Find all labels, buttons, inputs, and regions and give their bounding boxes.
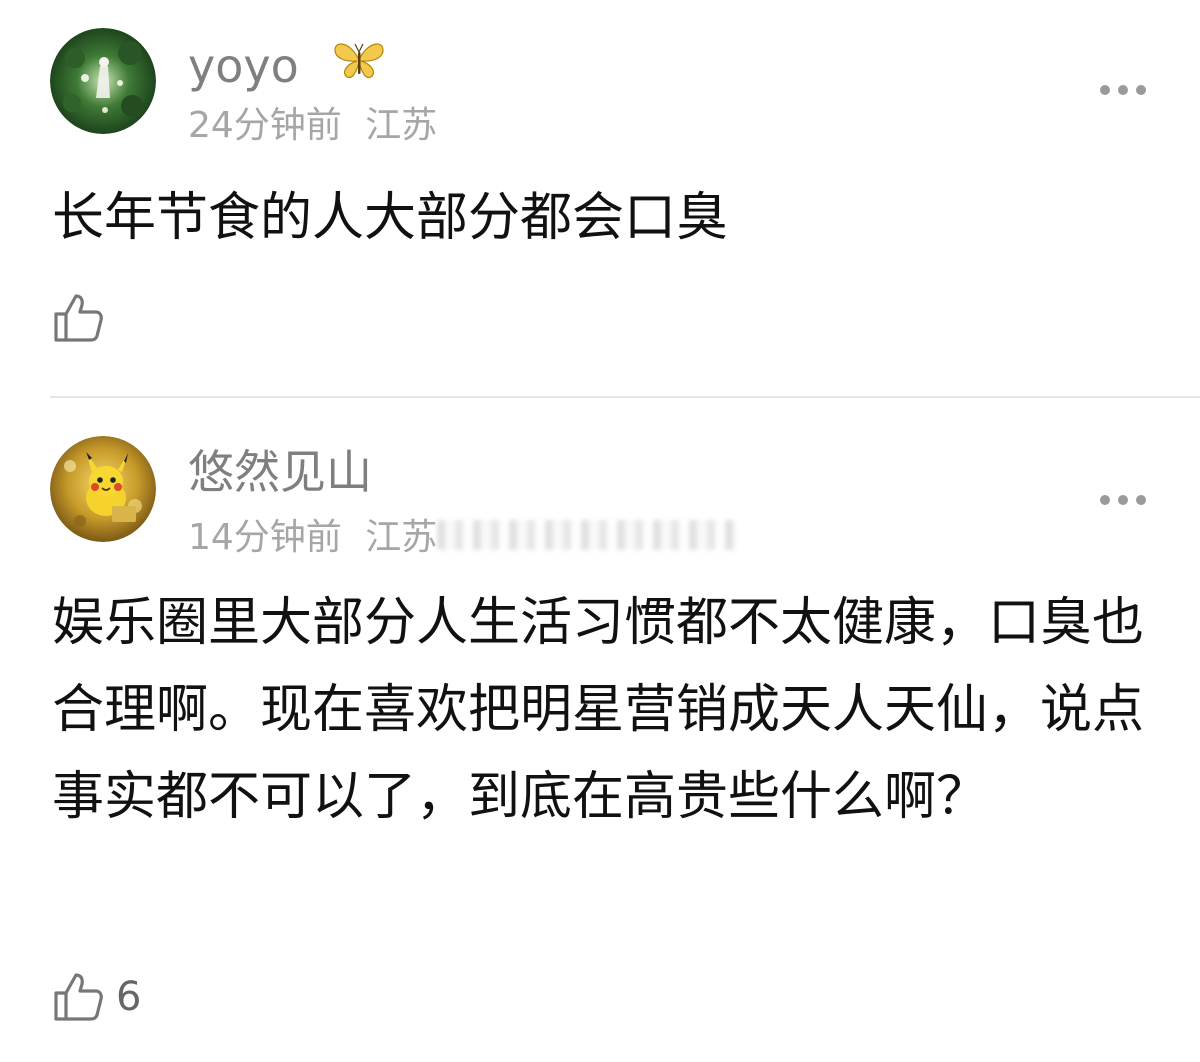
username[interactable]: yoyo <box>188 38 385 98</box>
comment-meta: 14分钟前 江苏 <box>188 516 738 560</box>
blurred-text <box>437 520 738 550</box>
like-button[interactable]: 6 <box>52 969 141 1025</box>
comment-item: 悠然见山 14分钟前 江苏 娱乐圈里大部分人生活习惯都不太健康，口臭也合理啊。现… <box>0 398 1200 1062</box>
like-count: 6 <box>116 974 142 1020</box>
location: 江苏 <box>365 517 438 558</box>
timestamp: 24分钟前 <box>188 105 342 146</box>
avatar[interactable] <box>50 28 156 134</box>
comment-text: 长年节食的人大部分都会口臭 <box>52 188 729 248</box>
location: 江苏 <box>365 105 438 146</box>
thumbs-up-icon <box>52 971 104 1023</box>
like-button[interactable] <box>52 290 116 346</box>
thumbs-up-icon <box>52 292 104 344</box>
username[interactable]: 悠然见山 <box>188 444 372 500</box>
more-options-icon[interactable] <box>1098 488 1148 512</box>
comment-item: yoyo 24分钟前 江苏 长年节食的人大部分都会口臭 <box>0 0 1200 396</box>
more-options-icon[interactable] <box>1098 78 1148 102</box>
timestamp: 14分钟前 <box>188 517 342 558</box>
avatar[interactable] <box>50 436 156 542</box>
comment-text: 娱乐圈里大部分人生活习惯都不太健康，口臭也合理啊。现在喜欢把明星营销成天人天仙，… <box>52 593 1145 827</box>
butterfly-icon <box>333 36 385 92</box>
comment-meta: 24分钟前 江苏 <box>188 104 437 148</box>
